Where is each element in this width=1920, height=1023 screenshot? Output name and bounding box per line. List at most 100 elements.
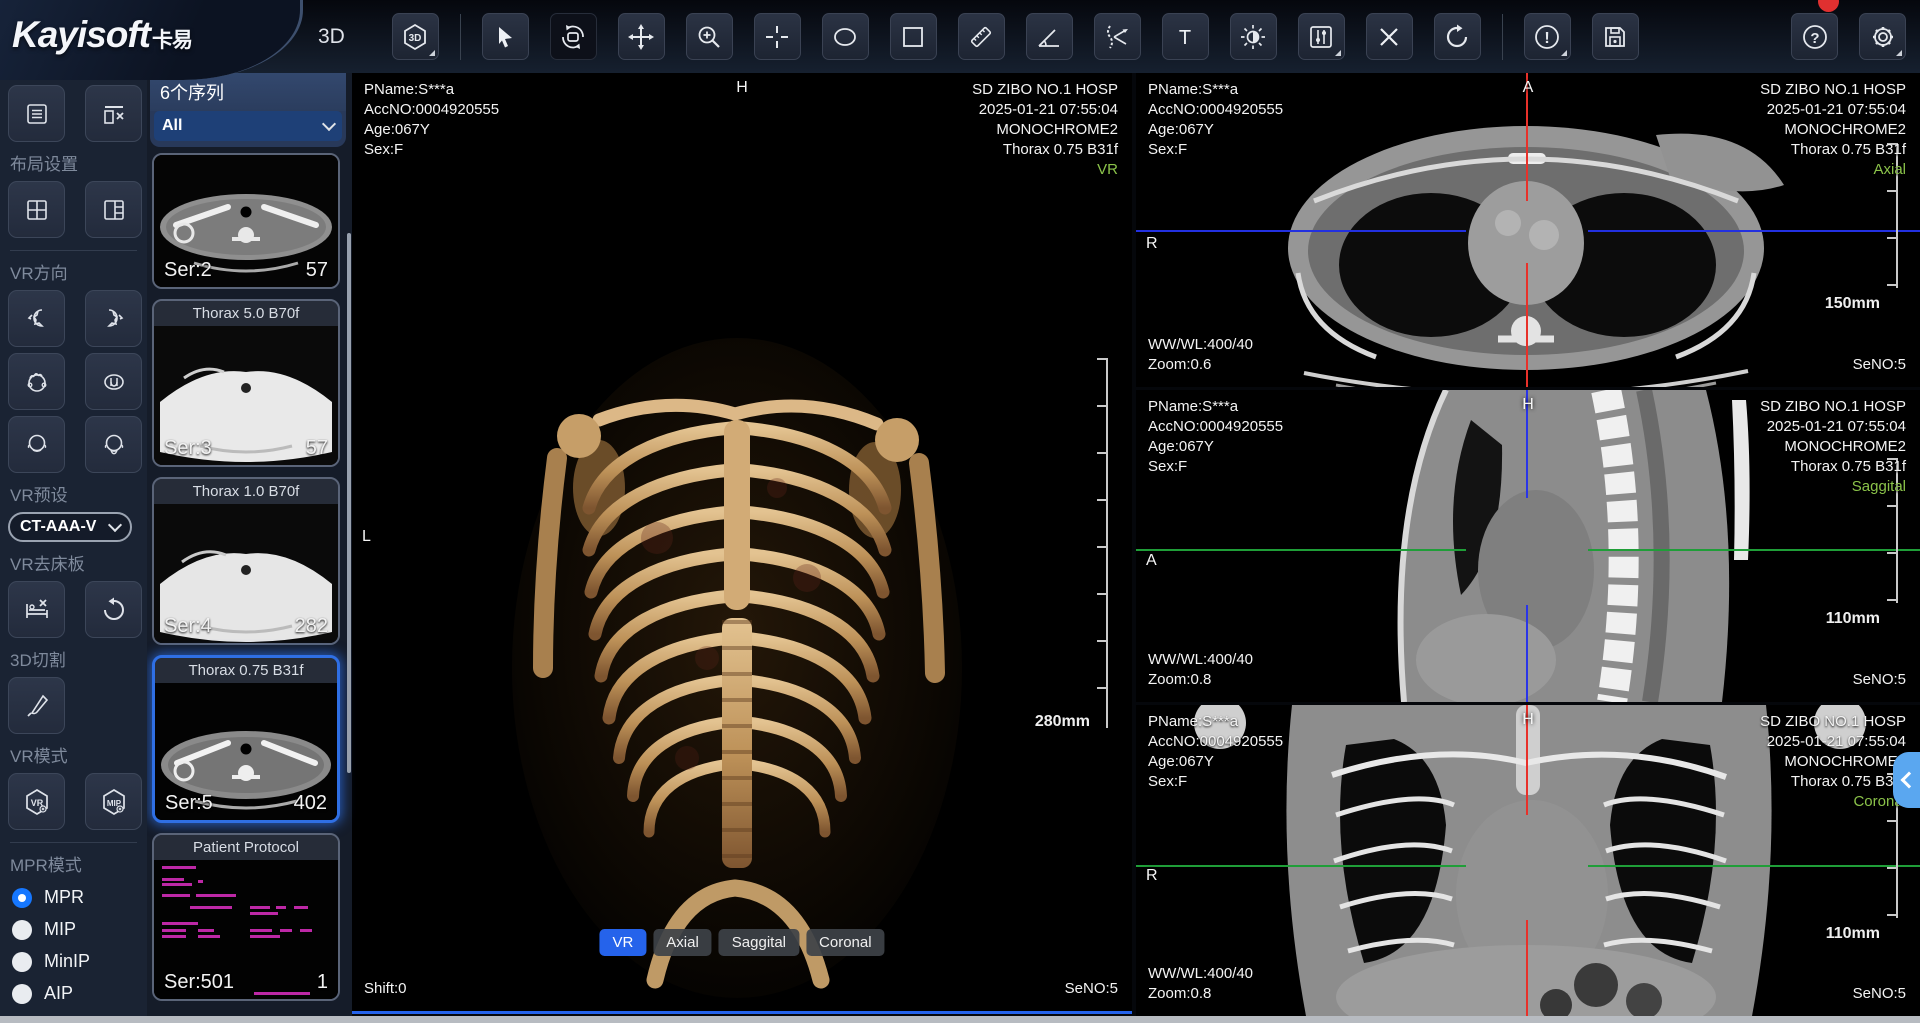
photometric-label: MONOCHROME2 xyxy=(1760,437,1906,457)
saggital-crosshair-horizontal[interactable] xyxy=(1588,549,1920,551)
series-thumbnail-ser501[interactable]: Patient Protocol xyxy=(152,833,340,1001)
axial-crosshair-vertical[interactable] xyxy=(1526,263,1528,387)
grid-2x2-icon xyxy=(24,197,50,223)
series-scrollbar[interactable] xyxy=(347,233,351,773)
series-thumbnail-ser4[interactable]: Thorax 1.0 B70f Ser:4 282 xyxy=(152,477,340,645)
patient-sex: Sex:F xyxy=(1148,457,1283,477)
report-alert-button[interactable]: ! xyxy=(1524,13,1571,60)
vr-preset-select[interactable]: CT-AAA-V xyxy=(8,512,132,542)
series-thumbnail-ser3[interactable]: Thorax 5.0 B70f Ser:3 57 xyxy=(152,299,340,467)
text-annotation-button[interactable]: T xyxy=(1162,13,1209,60)
photometric-label: MONOCHROME2 xyxy=(1760,752,1906,772)
close-series-panel-button[interactable] xyxy=(85,85,142,142)
vr-dir-superior-button[interactable] xyxy=(8,353,65,410)
window-level-button[interactable] xyxy=(1230,13,1277,60)
help-button[interactable]: ? xyxy=(1791,13,1838,60)
view-button-vr[interactable]: VR xyxy=(599,929,646,956)
remove-bed-button[interactable] xyxy=(8,581,65,638)
vr-mode-mip-button[interactable]: MIP xyxy=(85,773,142,830)
series-thumbnail-ser5-selected[interactable]: Thorax 0.75 B31f Ser:5 402 xyxy=(152,655,340,823)
flyout-indicator xyxy=(1896,50,1902,56)
axial-viewport[interactable]: PName:S***a AccNO:0004920555 Age:067Y Se… xyxy=(1136,73,1920,387)
sidebar-divider xyxy=(10,842,137,843)
mpr-radio-minip[interactable]: MinIP xyxy=(0,951,147,972)
crosshair-tool-button[interactable] xyxy=(754,13,801,60)
series-panel: 6个序列 All xyxy=(147,73,352,1016)
saggital-crosshair-vertical[interactable] xyxy=(1526,605,1528,702)
orientation-marker-top: H xyxy=(1522,396,1534,414)
vr-direction-section-label: VR方向 xyxy=(0,259,147,284)
scale-value-label: 110mm xyxy=(1826,610,1880,628)
cobb-angle-tool-button[interactable] xyxy=(1094,13,1141,60)
vr-mode-vr-button[interactable]: VR xyxy=(8,773,65,830)
collapse-panel-button[interactable] xyxy=(1893,752,1920,808)
rectangle-roi-button[interactable] xyxy=(890,13,937,60)
rotate-3d-tool-button[interactable] xyxy=(550,13,597,60)
axial-crosshair-horizontal[interactable] xyxy=(1136,230,1466,232)
vr-dir-inferior-button[interactable] xyxy=(85,353,142,410)
mpr-radio-aip[interactable]: AIP xyxy=(0,983,147,1004)
series-list-toggle-button[interactable] xyxy=(8,85,65,142)
series-thumbnail-ser2[interactable]: Ser:2 57 xyxy=(152,153,340,289)
vr-dir-right-button[interactable] xyxy=(85,290,142,347)
axial-crosshair-horizontal[interactable] xyxy=(1588,230,1920,232)
left-sidebar: 布局设置 VR方向 xyxy=(0,73,147,1016)
vr-skeleton-render xyxy=(507,328,967,1014)
layout-grid-button[interactable] xyxy=(8,181,65,238)
pan-tool-button[interactable] xyxy=(618,13,665,60)
vr-dir-anterior-button[interactable] xyxy=(85,416,142,473)
reset-view-button[interactable] xyxy=(1434,13,1481,60)
series-number-label: Ser:4 xyxy=(164,615,212,638)
bed-reset-button[interactable] xyxy=(85,581,142,638)
zoom-label: Zoom:0.8 xyxy=(1148,984,1253,1004)
series-filter-select[interactable]: All xyxy=(154,111,342,141)
svg-text:!: ! xyxy=(1545,30,1550,47)
reset-icon xyxy=(100,596,128,624)
series-filter-value: All xyxy=(162,117,182,135)
view-button-axial[interactable]: Axial xyxy=(653,929,712,956)
mpr-radio-mpr[interactable]: MPR xyxy=(0,887,147,908)
coronal-crosshair-horizontal[interactable] xyxy=(1136,865,1466,867)
scalpel-icon xyxy=(23,692,51,720)
vr-bed-section-label: VR去床板 xyxy=(0,550,147,575)
settings-button[interactable] xyxy=(1859,13,1906,60)
delete-annotation-button[interactable] xyxy=(1366,13,1413,60)
vr-main-viewport[interactable]: PName:S***a AccNO:0004920555 Age:067Y Se… xyxy=(352,73,1132,1014)
coronal-crosshair-vertical[interactable] xyxy=(1526,920,1528,1016)
coronal-crosshair-horizontal[interactable] xyxy=(1588,865,1920,867)
layout-split-button[interactable] xyxy=(85,181,142,238)
angle-tool-button[interactable] xyxy=(1026,13,1073,60)
flyout-indicator xyxy=(1335,50,1341,56)
series-description: Thorax 0.75 B31f xyxy=(972,140,1118,160)
vr-dir-left-button[interactable] xyxy=(8,290,65,347)
study-datetime: 2025-01-21 07:55:04 xyxy=(1760,417,1906,437)
gear-icon xyxy=(1868,22,1898,52)
photometric-label: MONOCHROME2 xyxy=(972,120,1118,140)
vr-dir-posterior-button[interactable] xyxy=(8,416,65,473)
view-button-coronal[interactable]: Coronal xyxy=(806,929,885,956)
wwwl-label: WW/WL:400/40 xyxy=(1148,335,1253,355)
mpr-radio-mip[interactable]: MIP xyxy=(0,919,147,940)
series-image-count: 1 xyxy=(317,971,328,994)
ruler-tool-button[interactable] xyxy=(958,13,1005,60)
cursor-tool-button[interactable] xyxy=(482,13,529,60)
patient-info-overlay: PName:S***a AccNO:0004920555 Age:067Y Se… xyxy=(1148,712,1283,792)
save-button[interactable] xyxy=(1592,13,1639,60)
mode-label-3d: 3D xyxy=(318,25,345,49)
saggital-crosshair-horizontal[interactable] xyxy=(1136,549,1466,551)
view-type-label: VR xyxy=(972,160,1118,180)
series-description: Thorax 0.75 B31f xyxy=(1760,772,1906,792)
scene-3d-button[interactable]: 3D xyxy=(392,13,439,60)
angle-icon xyxy=(1035,23,1063,51)
zoom-tool-button[interactable] xyxy=(686,13,733,60)
view-button-saggital[interactable]: Saggital xyxy=(719,929,799,956)
app-logo: Kayisoft卡易 xyxy=(0,0,300,73)
coronal-viewport[interactable]: PName:S***a AccNO:0004920555 Age:067Y Se… xyxy=(1136,705,1920,1016)
saggital-viewport[interactable]: PName:S***a AccNO:0004920555 Age:067Y Se… xyxy=(1136,390,1920,702)
vr-hexagon-icon: VR xyxy=(22,787,52,817)
ellipse-roi-button[interactable] xyxy=(822,13,869,60)
scalpel-cut-button[interactable] xyxy=(8,677,65,734)
window-info-overlay: WW/WL:400/40 Zoom:0.8 xyxy=(1148,964,1253,1004)
wl-presets-button[interactable] xyxy=(1298,13,1345,60)
horizontal-scrollbar[interactable] xyxy=(0,1016,1920,1023)
